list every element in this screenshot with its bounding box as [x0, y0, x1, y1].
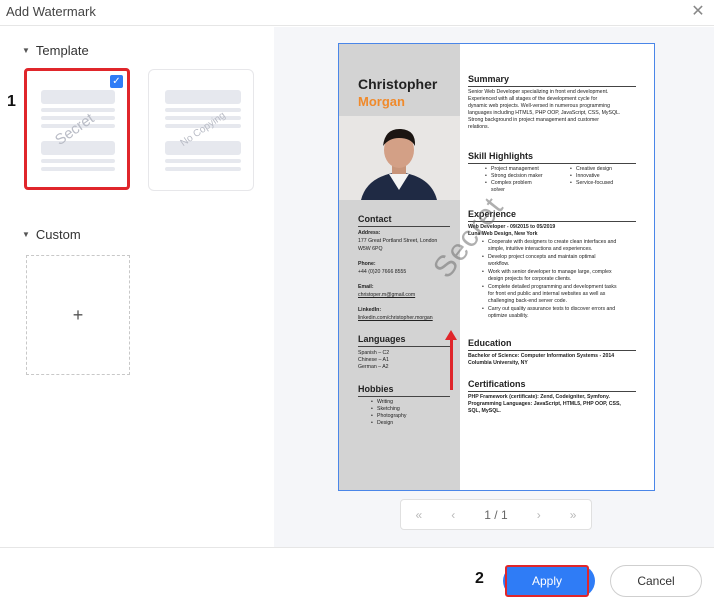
- experience-bullet-cont: design projects for corporate clients.: [488, 276, 572, 282]
- apply-button[interactable]: Apply: [505, 565, 589, 597]
- hobby-item: Design: [371, 420, 393, 428]
- placeholder-bar: [165, 90, 241, 104]
- cancel-button[interactable]: Cancel: [610, 565, 702, 597]
- skill-item: Service-focused: [570, 180, 613, 188]
- placeholder-line: [165, 159, 241, 163]
- close-icon[interactable]: ✕: [690, 4, 706, 20]
- next-page-icon[interactable]: ›: [537, 508, 541, 522]
- prev-page-icon[interactable]: ‹: [451, 508, 455, 522]
- address-label: Address:: [358, 230, 381, 236]
- hobbies-heading: Hobbies: [358, 384, 394, 394]
- custom-section-header[interactable]: ▼ Custom: [22, 227, 81, 242]
- caret-down-icon: ▼: [22, 230, 30, 239]
- contact-heading: Contact: [358, 214, 392, 224]
- placeholder-line: [165, 167, 241, 171]
- email-value: christoper.m@gmail.com: [358, 292, 416, 298]
- placeholder-line: [165, 116, 241, 120]
- placeholder-line: [165, 108, 241, 112]
- certifications-line: SQL, MySQL.: [468, 408, 501, 414]
- pager: « ‹ 1 / 1 › »: [400, 499, 592, 530]
- template-section-header[interactable]: ▼ Template: [22, 43, 89, 58]
- placeholder-bar: [165, 141, 241, 155]
- template-secret[interactable]: Secret ✓: [24, 68, 130, 190]
- summary-heading: Summary: [468, 74, 510, 84]
- titlebar: Add Watermark ✕: [0, 0, 714, 26]
- divider: [468, 163, 636, 164]
- add-custom-watermark-button[interactable]: +: [26, 255, 130, 375]
- experience-bullet-cont: simple, intuitive interactions and exper…: [488, 246, 593, 252]
- watermark-options-panel: ▼ Template 1 Secret ✓ No Copying ▼ Custo…: [0, 27, 274, 547]
- skills-heading: Skill Highlights: [468, 151, 534, 161]
- divider: [358, 226, 450, 227]
- summary-line: relations.: [468, 124, 490, 130]
- last-page-icon[interactable]: »: [570, 508, 577, 522]
- placeholder-line: [41, 159, 115, 163]
- education-line: Columbia University, NY: [468, 360, 528, 366]
- experience-bullet-cont: workflow.: [488, 261, 510, 267]
- first-page-icon[interactable]: «: [416, 508, 423, 522]
- certifications-heading: Certifications: [468, 379, 526, 389]
- template-no-copying[interactable]: No Copying: [148, 69, 254, 191]
- placeholder-bar: [41, 90, 115, 104]
- divider: [358, 346, 450, 347]
- divider: [468, 350, 636, 351]
- resume-first-name: Christopher: [358, 76, 438, 92]
- plus-icon: +: [72, 304, 84, 325]
- divider: [468, 86, 636, 87]
- placeholder-bar: [41, 141, 115, 155]
- skill-item-cont: solver: [491, 187, 505, 193]
- placeholder-line: [41, 108, 115, 112]
- step-1-marker: 1: [7, 93, 16, 110]
- phone-label: Phone:: [358, 261, 376, 267]
- resume-last-name: Morgan: [358, 94, 405, 109]
- dialog-title: Add Watermark: [6, 4, 96, 19]
- custom-section-label: Custom: [35, 227, 81, 242]
- placeholder-line: [41, 167, 115, 171]
- divider: [358, 396, 450, 397]
- language-item: German – A2: [358, 364, 389, 370]
- linkedin-value: linkedin.com/christopher.morgan: [358, 315, 433, 321]
- address-line-1: 177 Great Portland Street, London: [358, 238, 438, 244]
- preview-panel: Christopher Morgan Contact Address: 177 …: [274, 27, 714, 547]
- page-indicator: 1 / 1: [484, 507, 508, 522]
- caret-down-icon: ▼: [22, 46, 30, 55]
- profile-photo: [339, 116, 460, 200]
- dialog-footer: 2 Apply Cancel: [0, 547, 714, 603]
- checkbox-checked-icon[interactable]: ✓: [110, 75, 123, 88]
- template-section-label: Template: [35, 43, 89, 58]
- experience-bullet-cont: optimize usability.: [488, 313, 529, 319]
- document-preview: Christopher Morgan Contact Address: 177 …: [338, 43, 655, 491]
- add-watermark-dialog: Add Watermark ✕ ▼ Template 1 Secret ✓ No…: [0, 0, 714, 603]
- email-label: Email:: [358, 284, 374, 290]
- annotation-arrow: [450, 336, 453, 390]
- step-2-marker: 2: [475, 570, 484, 587]
- divider: [468, 391, 636, 392]
- phone-value: +44 (0)20 7666 8555: [358, 269, 407, 275]
- linkedin-label: LinkedIn:: [358, 307, 382, 313]
- languages-heading: Languages: [358, 334, 406, 344]
- education-heading: Education: [468, 338, 512, 348]
- experience-bullet-cont: challenging back-end server code.: [488, 298, 568, 304]
- address-line-2: W5W 6PQ: [358, 246, 383, 252]
